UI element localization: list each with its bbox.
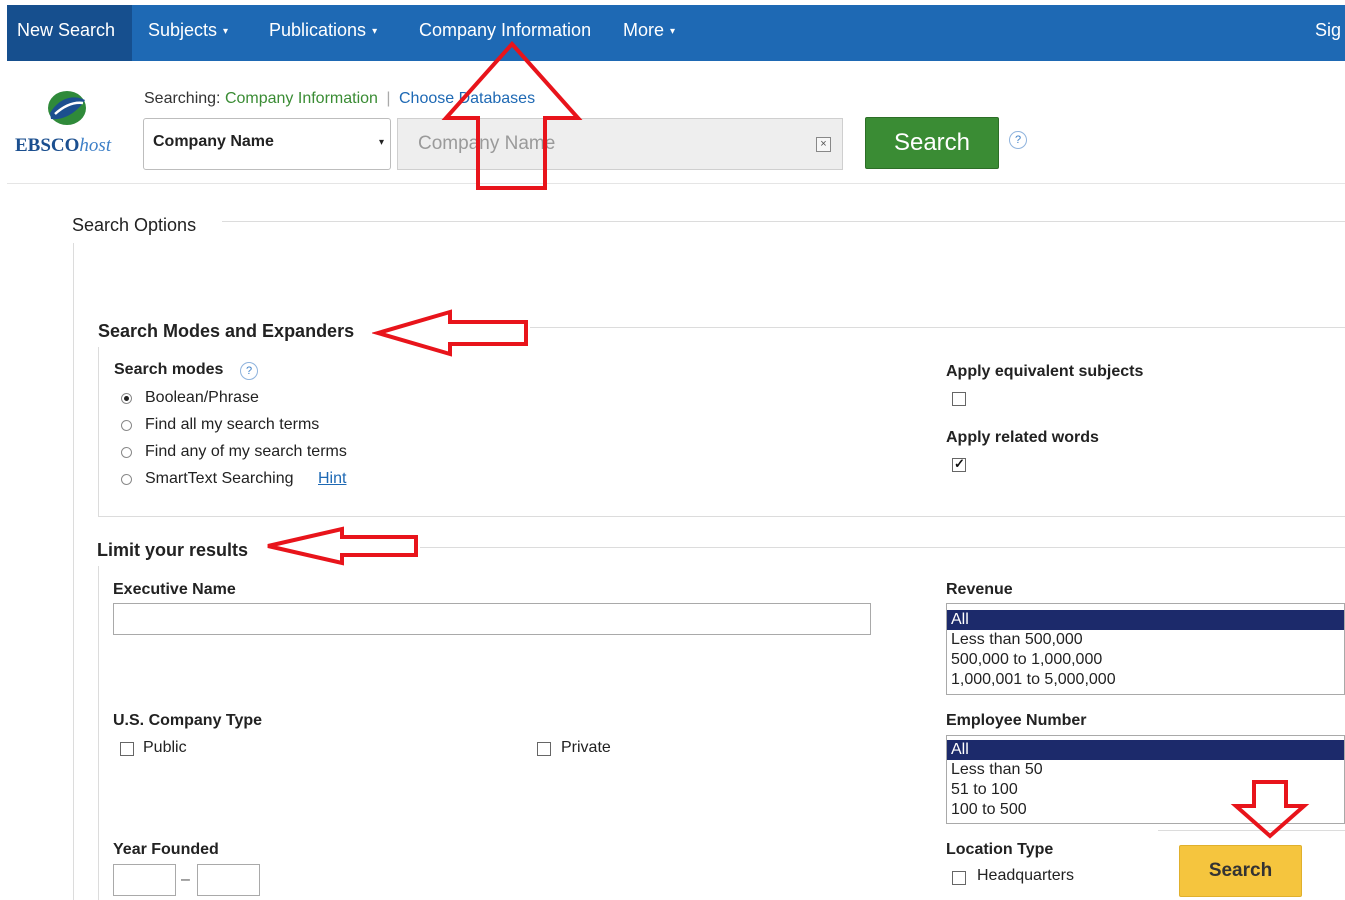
radio-label: Find all my search terms [145,416,320,433]
annotation-arrow-left-icon [267,526,418,566]
apply-equivalent-subjects-label: Apply equivalent subjects [946,363,1144,380]
location-type-label: Location Type [946,841,1054,858]
revenue-label: Revenue [946,581,1013,598]
nav-publications[interactable]: Publications ▾ [269,5,377,61]
year-founded-to-input[interactable] [197,864,260,896]
nav-subjects[interactable]: Subjects ▾ [148,5,228,61]
employee-number-label: Employee Number [946,712,1087,729]
radio-boolean-phrase[interactable] [121,393,132,404]
chevron-down-icon: ▾ [223,26,229,37]
chevron-down-icon: ▾ [372,26,378,37]
annotation-arrow-up-icon [441,40,583,190]
year-founded-label: Year Founded [113,841,219,858]
radio-label: SmartText Searching [145,470,294,487]
divider [98,566,99,900]
company-type-label: U.S. Company Type [113,712,263,729]
list-item[interactable]: All [947,740,1344,760]
revenue-listbox[interactable]: All Less than 500,000 500,000 to 1,000,0… [946,603,1345,695]
searching-database: Company Information [224,90,378,107]
help-icon[interactable]: ? [1009,131,1027,149]
search-button[interactable]: Search [865,117,999,169]
search-field-select[interactable]: Company Name ▾ [143,118,391,170]
separator: | [386,90,391,107]
radio-find-all-terms[interactable] [121,420,132,431]
headquarters-checkbox[interactable] [952,871,966,885]
year-founded-from-input[interactable] [113,864,176,896]
clear-icon[interactable]: × [816,137,831,152]
range-separator: – [181,871,190,888]
chevron-down-icon: ▾ [670,26,676,37]
ebsco-logo-icon[interactable] [45,88,89,128]
list-item[interactable]: 1,000,001 to 5,000,000 [947,670,1344,690]
ebscohost-wordmark: EBSCOhost [15,135,112,156]
search-options-title: Search Options [72,215,197,235]
apply-related-words-checkbox[interactable] [952,456,966,472]
nav-sign-in[interactable]: Sig [1315,5,1341,61]
list-item[interactable]: Less than 500,000 [947,630,1344,650]
divider [73,243,74,900]
radio-smarttext[interactable] [121,474,132,485]
radio-label: Find any of my search terms [145,443,347,460]
limit-results-section-title: Limit your results [97,540,249,560]
nav-new-search[interactable]: New Search [7,5,132,61]
executive-name-input[interactable] [113,603,871,635]
search-modes-label: Search modes [114,361,224,378]
header-divider [7,183,1345,184]
top-nav-bar: New Search Subjects ▾ Publications ▾ Compa… [7,5,1345,61]
search-field-value: Company Name [153,133,274,150]
executive-name-label: Executive Name [113,581,236,598]
divider [530,327,1345,328]
list-item[interactable]: 500,000 to 1,000,000 [947,650,1344,670]
annotation-arrow-left-icon [372,309,528,357]
list-item[interactable]: All [947,610,1344,630]
public-checkbox[interactable] [120,742,134,756]
apply-related-words-label: Apply related words [946,429,1099,446]
list-item[interactable]: Less than 50 [947,760,1344,780]
headquarters-label: Headquarters [977,867,1074,884]
apply-equivalent-subjects-checkbox[interactable] [952,392,966,406]
hint-link[interactable]: Hint [318,470,346,488]
divider [420,547,1345,548]
search-modes-section-title: Search Modes and Expanders [98,321,355,341]
bottom-search-button[interactable]: Search [1179,845,1302,897]
chevron-down-icon: ▾ [378,137,384,148]
private-checkbox[interactable] [537,742,551,756]
nav-more[interactable]: More ▾ [623,5,675,61]
radio-find-any-terms[interactable] [121,447,132,458]
annotation-arrow-down-icon [1230,780,1310,839]
private-label: Private [561,739,611,756]
searching-label: Searching: [144,90,221,107]
public-label: Public [143,739,187,756]
radio-label: Boolean/Phrase [145,389,259,406]
help-icon[interactable]: ? [240,362,258,380]
divider [222,221,1345,222]
